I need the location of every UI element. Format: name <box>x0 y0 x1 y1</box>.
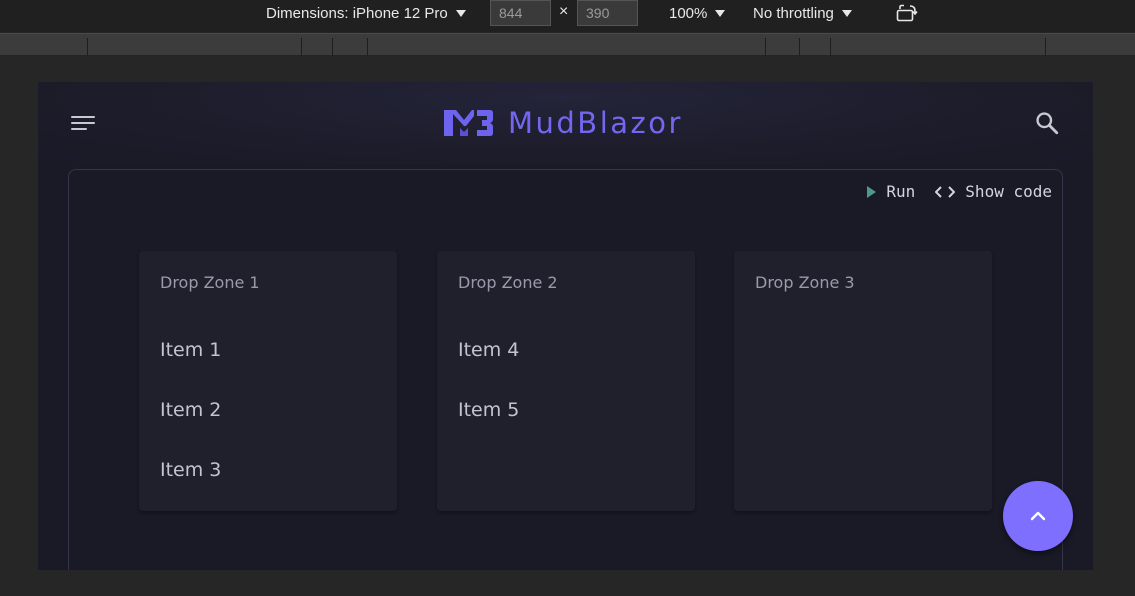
drop-zone-title: Drop Zone 1 <box>160 273 260 292</box>
brand[interactable]: MudBlazor <box>442 104 683 142</box>
ruler-tick <box>1045 38 1046 56</box>
throttling-label: No throttling <box>753 4 834 22</box>
ruler-tick <box>765 38 766 56</box>
draggable-item[interactable]: Item 5 <box>458 399 519 421</box>
width-input[interactable]: 844 <box>490 0 551 26</box>
example-actions: Run Show code <box>867 182 1052 201</box>
show-code-label: Show code <box>965 182 1052 201</box>
draggable-item[interactable]: Item 2 <box>160 399 221 421</box>
ruler-tick <box>87 38 88 56</box>
menu-icon[interactable] <box>71 114 95 132</box>
drop-zone-2[interactable]: Drop Zone 2 Item 4 Item 5 <box>437 251 695 511</box>
height-input[interactable]: 390 <box>577 0 638 26</box>
code-icon <box>935 185 956 198</box>
throttling-selector[interactable]: No throttling <box>753 0 852 26</box>
ruler-tick <box>301 38 302 56</box>
chevron-down-icon <box>715 9 726 17</box>
chevron-down-icon <box>841 9 852 17</box>
device-selector[interactable]: Dimensions: iPhone 12 Pro <box>266 0 466 26</box>
ruler-tick <box>830 38 831 56</box>
show-code-button[interactable]: Show code <box>935 182 1052 201</box>
run-label: Run <box>886 182 916 201</box>
zoom-label: 100% <box>669 4 708 22</box>
search-icon[interactable] <box>1034 110 1060 136</box>
devtools-toolbar: Dimensions: iPhone 12 Pro 844 × 390 100%… <box>0 0 1135 32</box>
chevron-down-icon <box>455 9 466 17</box>
draggable-item[interactable]: Item 1 <box>160 339 221 361</box>
play-icon <box>867 185 877 198</box>
brand-name: MudBlazor <box>508 106 683 140</box>
example-panel: Run Show code Drop Zone 1 Item 1 Item 2 … <box>68 169 1063 570</box>
device-viewport: MudBlazor Run Show code Drop Zone 1 Item… <box>38 82 1093 570</box>
dimension-separator: × <box>559 3 569 20</box>
run-button[interactable]: Run <box>867 182 915 201</box>
zoom-selector[interactable]: 100% <box>669 0 726 26</box>
media-query-ruler <box>0 33 1135 56</box>
drop-zone-1[interactable]: Drop Zone 1 Item 1 Item 2 Item 3 <box>139 251 397 511</box>
drop-zone-3[interactable]: Drop Zone 3 <box>734 251 992 511</box>
ruler-tick <box>332 38 333 56</box>
ruler-tick <box>799 38 800 56</box>
scroll-to-top-button[interactable] <box>1003 481 1073 551</box>
draggable-item[interactable]: Item 3 <box>160 459 221 481</box>
app-bar: MudBlazor <box>38 82 1093 164</box>
mudblazor-logo-icon <box>444 110 493 136</box>
drop-zone-title: Drop Zone 2 <box>458 273 558 292</box>
drop-zone-title: Drop Zone 3 <box>755 273 855 292</box>
chevron-up-icon <box>1030 511 1046 521</box>
rotate-icon[interactable] <box>896 4 918 22</box>
ruler-tick <box>367 38 368 56</box>
draggable-item[interactable]: Item 4 <box>458 339 519 361</box>
device-dimensions-label: Dimensions: iPhone 12 Pro <box>266 4 448 22</box>
